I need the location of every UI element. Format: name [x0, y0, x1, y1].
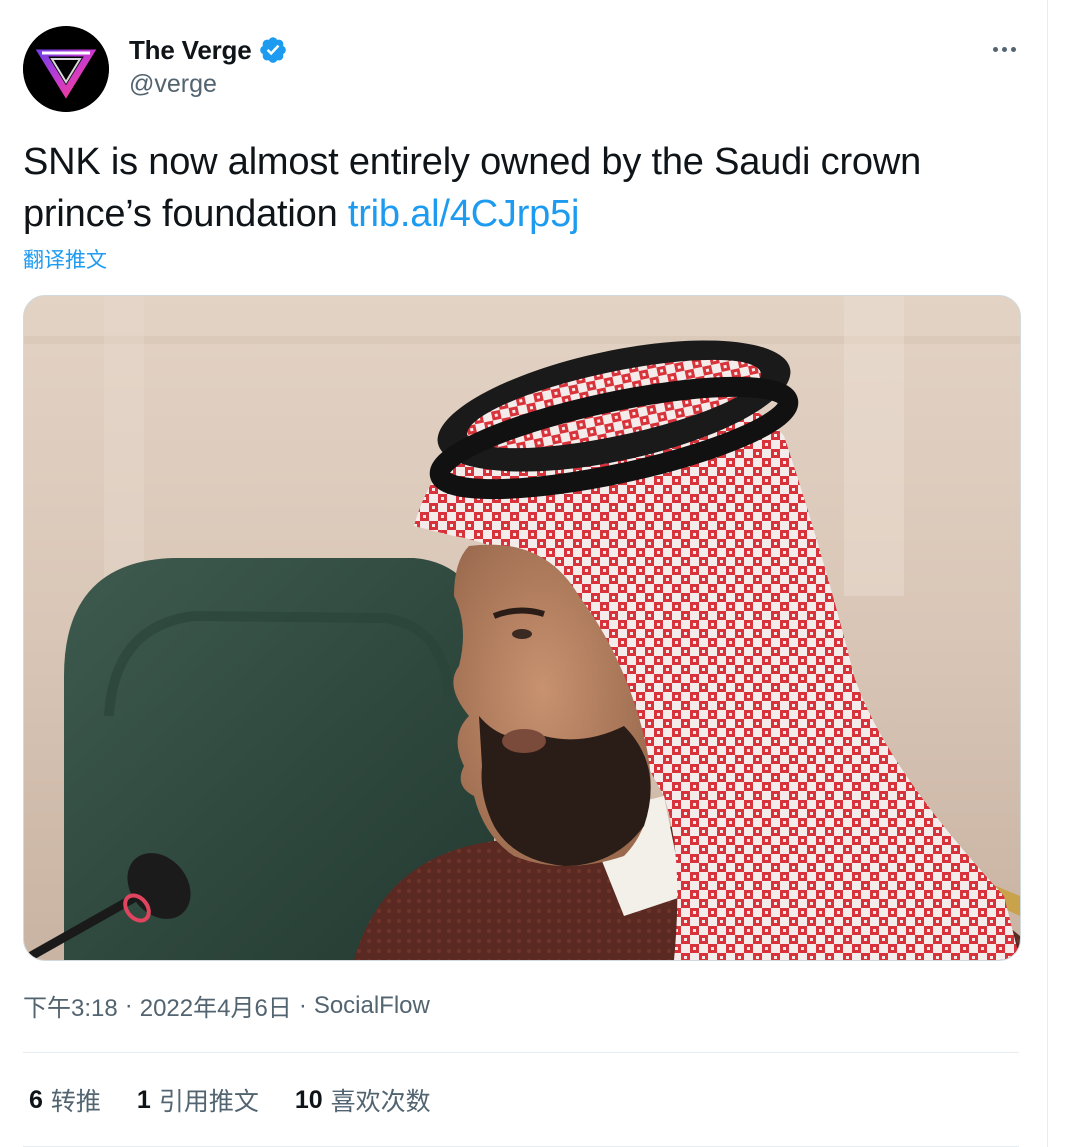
quote-tweets-stat[interactable]: 1 引用推文 — [137, 1082, 259, 1118]
retweets-count: 6 — [29, 1085, 43, 1114]
likes-label: 喜欢次数 — [330, 1088, 431, 1116]
timeline-right-border — [1047, 0, 1048, 1147]
tweet-source[interactable]: SocialFlow — [314, 992, 430, 1020]
quote-tweets-label: 引用推文 — [158, 1088, 259, 1116]
translate-tweet-link[interactable]: 翻译推文 — [23, 244, 107, 274]
divider — [23, 1052, 1019, 1053]
meta-separator: · — [298, 991, 307, 1019]
verified-badge-icon — [260, 37, 287, 63]
retweets-stat[interactable]: 6 转推 — [29, 1082, 101, 1118]
verge-logo-icon — [23, 26, 109, 112]
more-dot-icon — [1010, 46, 1016, 52]
likes-count: 10 — [294, 1085, 323, 1114]
tweet-meta: 下午3:18 · 2022年4月6日 · SocialFlow — [23, 988, 430, 1023]
more-dot-icon — [992, 46, 998, 52]
more-dot-icon — [1001, 46, 1007, 52]
author-name-row: The Verge — [129, 32, 288, 68]
author-display-name[interactable]: The Verge — [129, 35, 252, 66]
author-avatar[interactable] — [23, 26, 109, 112]
tweet-date[interactable]: 2022年4月6日 — [140, 988, 292, 1023]
photo-illustration — [24, 296, 1020, 960]
tweet-detail: The Verge @verge SNK is now almost entir… — [0, 0, 1047, 1147]
author-handle[interactable]: @verge — [129, 70, 217, 99]
quote-tweets-count: 1 — [136, 1085, 151, 1114]
tweet-photo[interactable] — [23, 295, 1021, 961]
retweets-label: 转推 — [50, 1088, 101, 1116]
tweet-stats: 6 转推 1 引用推文 10 喜欢次数 — [29, 1082, 467, 1118]
more-options-button[interactable] — [984, 36, 1024, 62]
tweet-time[interactable]: 下午3:18 — [23, 988, 118, 1023]
tweet-text: SNK is now almost entirely owned by the … — [23, 136, 1013, 240]
meta-separator: · — [124, 991, 133, 1019]
tweet-link[interactable]: trib.al/4CJrp5j — [348, 193, 580, 235]
likes-stat[interactable]: 10 喜欢次数 — [295, 1082, 431, 1118]
